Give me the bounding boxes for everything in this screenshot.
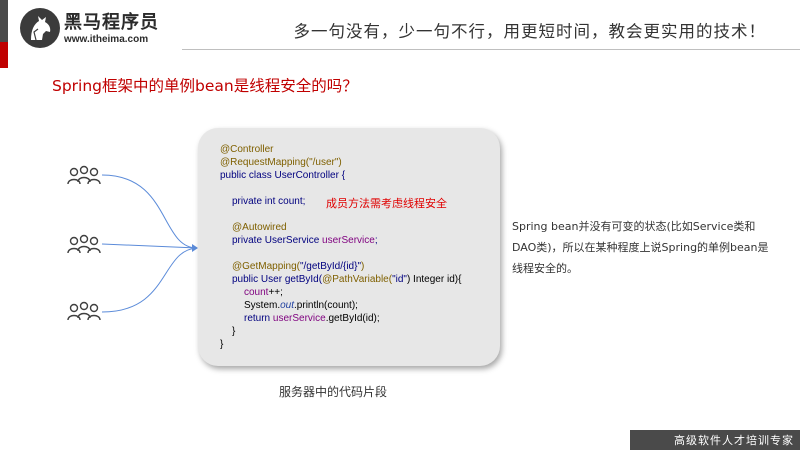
code-token: count bbox=[244, 287, 269, 298]
description-text: Spring bean并没有可变的状态(比如Service类和DAO类)，所以在… bbox=[512, 220, 769, 275]
code-token: private bbox=[232, 235, 263, 246]
code-line: @Controller bbox=[220, 144, 274, 155]
user-group-icon bbox=[66, 300, 102, 324]
header-divider bbox=[182, 49, 800, 50]
user-group-icon bbox=[66, 164, 102, 188]
code-token: UserService bbox=[262, 235, 323, 246]
code-token: .getById(id); bbox=[325, 313, 380, 324]
code-token: out bbox=[280, 300, 295, 311]
code-line: @RequestMapping("/user") bbox=[220, 157, 342, 168]
code-token: System. bbox=[244, 300, 281, 311]
code-line: @Autowired bbox=[232, 222, 287, 233]
code-caption: 服务器中的代码片段 bbox=[279, 385, 388, 399]
code-token: .println(count); bbox=[294, 300, 358, 311]
code-line: System.out.println(count); bbox=[244, 299, 358, 312]
code-line: count++; bbox=[244, 286, 283, 299]
code-line: } bbox=[232, 326, 236, 337]
code-line: public class UserController { bbox=[220, 170, 346, 181]
code-token: @GetMapping( bbox=[232, 261, 300, 272]
footer-text: 高级软件人才培训专家 bbox=[674, 434, 794, 447]
code-token: "/getById/{id}" bbox=[299, 261, 361, 272]
code-token: userService bbox=[322, 235, 375, 246]
code-line: private UserService userService; bbox=[232, 234, 378, 247]
code-line: return userService.getById(id); bbox=[244, 312, 380, 325]
code-token: return bbox=[244, 313, 273, 324]
arrow-top bbox=[101, 174, 198, 249]
slide-title: Spring框架中的单例bean是线程安全的吗？ bbox=[52, 77, 358, 95]
logo-url: www.itheima.com bbox=[64, 34, 149, 45]
arrow-bottom bbox=[101, 247, 198, 313]
code-token: @PathVariable( bbox=[322, 274, 393, 285]
code-token: userService bbox=[272, 313, 326, 324]
code-token: ) Integer id){ bbox=[406, 274, 462, 285]
code-token: getById( bbox=[284, 274, 323, 285]
code-token: "id" bbox=[392, 274, 407, 285]
code-token: ++; bbox=[268, 287, 283, 298]
header-accent-bar bbox=[0, 0, 8, 42]
logo: 黑马程序员 www.itheima.com bbox=[20, 6, 170, 50]
code-line: public User getById(@PathVariable("id") … bbox=[232, 273, 461, 286]
code-line: } bbox=[220, 339, 224, 350]
thread-safety-note: 成员方法需考虑线程安全 bbox=[326, 197, 447, 210]
arrow-middle bbox=[101, 243, 198, 249]
horse-logo-icon bbox=[31, 16, 51, 41]
code-token: public User bbox=[232, 274, 285, 285]
code-line: @GetMapping("/getById/{id}") bbox=[232, 260, 364, 273]
code-token: ; bbox=[374, 235, 378, 246]
code-line-count-field: private int count; bbox=[232, 196, 306, 207]
slogan: 多一句没有，少一句不行，用更短时间，教会更实用的技术！ bbox=[293, 22, 766, 41]
code-token: ) bbox=[361, 261, 365, 272]
logo-name: 黑马程序员 bbox=[64, 12, 159, 33]
header-accent-red bbox=[0, 42, 8, 68]
user-group-icon bbox=[66, 233, 102, 257]
